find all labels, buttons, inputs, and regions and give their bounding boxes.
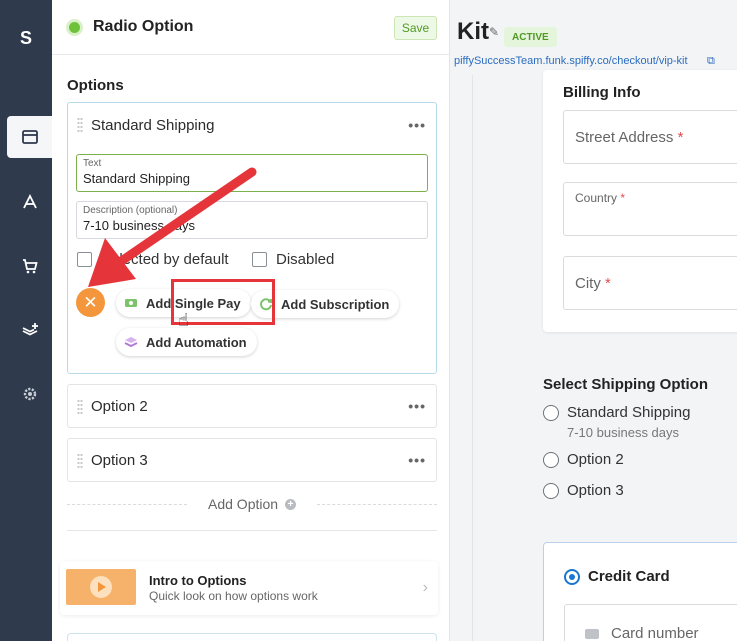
more-options-icon[interactable]: ••• — [408, 117, 426, 133]
checkout-preview: Kit ✎ ACTIVE piffySuccessTeam.funk.spiff… — [451, 0, 737, 641]
country-select[interactable]: Country * — [563, 182, 737, 236]
rail-item-design[interactable] — [7, 181, 52, 223]
option-label[interactable]: Option 3 — [91, 452, 148, 469]
preview-divider — [472, 75, 473, 641]
gear-icon — [23, 387, 36, 401]
credit-card-label: Credit Card — [588, 568, 670, 585]
status-badge: ACTIVE — [504, 27, 557, 47]
more-options-icon[interactable]: ••• — [408, 452, 426, 468]
add-automation-button[interactable]: Add Automation — [116, 328, 257, 356]
rail-item-layout[interactable] — [7, 116, 52, 158]
money-icon — [124, 296, 138, 310]
option-text-label: Text — [83, 158, 102, 169]
drag-handle-icon[interactable] — [77, 117, 83, 133]
more-options-icon[interactable]: ••• — [408, 398, 426, 414]
video-thumbnail[interactable] — [66, 569, 136, 605]
option-text-value[interactable]: Standard Shipping — [83, 171, 190, 186]
status-dot — [69, 22, 80, 33]
close-actions-button[interactable]: ✕ — [76, 288, 105, 317]
divider-line — [67, 504, 187, 505]
section-divider — [67, 530, 437, 531]
external-link-icon[interactable]: ⧉ — [707, 55, 715, 68]
option-description-value[interactable]: 7-10 business days — [83, 218, 195, 233]
card-number-input[interactable]: Card number — [564, 604, 737, 641]
hand-cursor-icon: ☝ — [178, 310, 189, 330]
disabled-label: Disabled — [276, 251, 335, 268]
shipping-option-standard[interactable]: Standard Shipping — [543, 404, 690, 421]
layers-plus-icon — [22, 323, 38, 336]
intro-to-options-card[interactable]: Intro to Options Quick look on how optio… — [60, 561, 438, 615]
close-icon: ✕ — [83, 292, 98, 312]
street-address-input[interactable]: Street Address * — [563, 110, 737, 164]
rail-item-cart[interactable] — [7, 245, 52, 287]
shipping-option-label: Option 3 — [567, 482, 624, 499]
billing-info-card: Billing Info Street Address * Country * … — [543, 70, 737, 332]
add-automation-label: Add Automation — [146, 334, 247, 350]
panel-title: Radio Option — [93, 18, 194, 35]
credit-card-icon — [585, 629, 599, 639]
option-card-standard-shipping: Standard Shipping ••• Text Standard Ship… — [67, 102, 437, 374]
selected-by-default-checkbox[interactable]: Selected by default — [77, 251, 229, 268]
drag-handle-icon[interactable] — [77, 399, 83, 415]
city-placeholder: City * — [575, 275, 611, 292]
shipping-option-2[interactable]: Option 2 — [543, 451, 624, 468]
street-address-placeholder: Street Address * — [575, 129, 684, 146]
layout-icon — [21, 130, 38, 144]
shipping-option-label: Standard Shipping — [567, 404, 691, 421]
card-number-placeholder: Card number — [611, 625, 699, 641]
save-button[interactable]: Save — [394, 16, 437, 40]
add-option-button[interactable]: Add Option + — [67, 494, 437, 514]
option-card-option-3[interactable]: Option 3 ••• — [67, 438, 437, 482]
brush-icon — [22, 193, 37, 209]
city-input[interactable]: City * — [563, 256, 737, 310]
checkout-url-link[interactable]: piffySuccessTeam.funk.spiffy.co/checkout… — [454, 55, 688, 67]
shipping-option-label: Option 2 — [567, 451, 624, 468]
option-description-field[interactable]: Description (optional) 7-10 business day… — [76, 201, 428, 239]
intro-title: Intro to Options — [149, 573, 247, 588]
country-placeholder: Country * — [575, 191, 626, 205]
intro-subtitle: Quick look on how options work — [149, 589, 318, 603]
panel-header: Radio Option Save — [52, 0, 450, 55]
add-subscription-label: Add Subscription — [281, 296, 390, 312]
next-card-edge — [67, 633, 437, 641]
automation-icon — [124, 335, 138, 349]
radio-button[interactable] — [543, 404, 559, 421]
option-text-field[interactable]: Text Standard Shipping — [76, 154, 428, 192]
option-card-option-2[interactable]: Option 2 ••• — [67, 384, 437, 428]
add-option-label: Add Option — [208, 496, 279, 512]
app-logo[interactable]: S — [0, 28, 52, 49]
radio-button[interactable] — [543, 482, 559, 499]
shipping-option-description: 7-10 business days — [567, 425, 680, 440]
left-nav-rail: S — [0, 0, 52, 641]
shipping-title: Select Shipping Option — [543, 376, 708, 393]
option-description-label: Description (optional) — [83, 205, 178, 216]
radio-button[interactable] — [543, 451, 559, 468]
cart-icon — [22, 259, 38, 274]
edit-pencil-icon[interactable]: ✎ — [489, 25, 499, 39]
play-icon — [90, 576, 112, 598]
options-section-title: Options — [67, 77, 124, 94]
option-label[interactable]: Option 2 — [91, 398, 148, 415]
option-label[interactable]: Standard Shipping — [91, 117, 214, 134]
shipping-option-3[interactable]: Option 3 — [543, 482, 624, 499]
credit-card-radio[interactable] — [564, 569, 580, 585]
checkbox[interactable] — [252, 252, 267, 267]
rail-item-settings[interactable] — [7, 373, 52, 415]
plus-icon: + — [285, 499, 296, 510]
billing-title: Billing Info — [563, 84, 641, 101]
chevron-right-icon: › — [422, 579, 428, 596]
selected-by-default-label: Selected by default — [101, 251, 229, 268]
drag-handle-icon[interactable] — [77, 453, 83, 469]
rail-item-add-layer[interactable] — [7, 309, 52, 351]
divider-line — [317, 504, 437, 505]
payment-card: Credit Card Card number — [543, 542, 737, 641]
disabled-checkbox[interactable]: Disabled — [252, 251, 334, 268]
checkbox[interactable] — [77, 252, 92, 267]
page-title: Kit — [457, 18, 489, 45]
